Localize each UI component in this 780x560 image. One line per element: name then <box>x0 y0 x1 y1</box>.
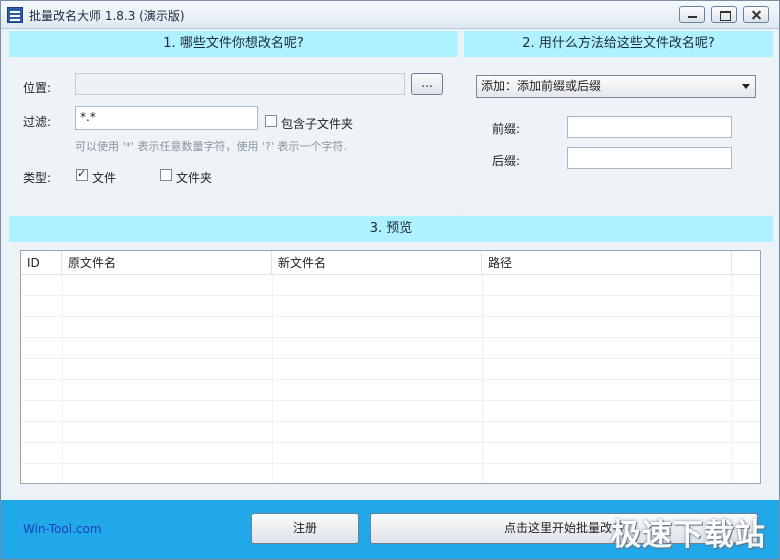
table-row <box>21 443 760 464</box>
prefix-label: 前缀: <box>492 122 521 136</box>
prefix-input[interactable] <box>567 116 732 138</box>
rename-method-header: 2. 用什么方法给这些文件改名呢? <box>464 31 773 57</box>
type-label: 类型: <box>23 171 52 185</box>
file-selection-panel: 1. 哪些文件你想改名呢? 位置: ... 过滤: *.* 包含子文件夹 可以使… <box>9 31 458 211</box>
table-row <box>21 275 760 296</box>
filter-hint: 可以使用 '*' 表示任意数量字符，使用 '?' 表示一个字符. <box>75 140 347 153</box>
preview-table[interactable]: ID 原文件名 新文件名 路径 <box>20 250 761 484</box>
table-row <box>21 422 760 443</box>
location-input[interactable] <box>75 73 405 95</box>
browse-button[interactable]: ... <box>411 73 443 95</box>
register-button[interactable]: 注册 <box>251 513 359 544</box>
app-window: 批量改名大师 1.8.3 (演示版) 1. 哪些文件你想改名呢? 位置: ...… <box>0 0 780 560</box>
app-icon <box>7 7 23 23</box>
close-icon[interactable] <box>743 6 769 23</box>
column-id[interactable]: ID <box>21 251 62 275</box>
preview-table-header: ID 原文件名 新文件名 路径 <box>21 251 760 275</box>
window-title: 批量改名大师 1.8.3 (演示版) <box>29 9 185 23</box>
type-file-checkbox[interactable] <box>76 167 88 181</box>
include-subfolders-label: 包含子文件夹 <box>281 117 354 131</box>
method-select-value: 添加：添加前缀或后缀 <box>481 79 602 93</box>
title-bar[interactable]: 批量改名大师 1.8.3 (演示版) <box>1 1 779 29</box>
filter-input[interactable]: *.* <box>75 106 258 130</box>
footer-bar: Win-Tool.com 注册 点击这里开始批量改名 极速下载站 <box>1 500 779 559</box>
include-subfolders-checkbox[interactable] <box>265 115 277 127</box>
minimize-icon[interactable] <box>679 6 705 23</box>
watermark-logo: 极速下载站 <box>611 518 766 553</box>
method-select[interactable]: 添加：添加前缀或后缀 <box>476 75 756 98</box>
column-path[interactable]: 路径 <box>482 251 732 275</box>
brand-link[interactable]: Win-Tool.com <box>23 522 102 536</box>
table-row <box>21 338 760 359</box>
preview-panel: 3. 预览 ID 原文件名 新文件名 路径 <box>9 216 773 496</box>
table-row <box>21 317 760 338</box>
file-selection-header: 1. 哪些文件你想改名呢? <box>9 31 458 57</box>
type-folder-checkbox[interactable] <box>160 169 172 181</box>
suffix-label: 后缀: <box>492 154 521 168</box>
suffix-input[interactable] <box>567 147 732 169</box>
rename-method-panel: 2. 用什么方法给这些文件改名呢? 添加：添加前缀或后缀 前缀: 后缀: <box>464 31 773 211</box>
table-row <box>21 380 760 401</box>
filter-label: 过滤: <box>23 115 52 129</box>
column-original-name[interactable]: 原文件名 <box>62 251 272 275</box>
location-label: 位置: <box>23 81 52 95</box>
type-file-label: 文件 <box>92 171 117 185</box>
column-new-name[interactable]: 新文件名 <box>272 251 482 275</box>
chevron-down-icon <box>742 84 750 89</box>
table-row <box>21 296 760 317</box>
table-row <box>21 401 760 422</box>
type-folder-label: 文件夹 <box>176 171 213 185</box>
preview-header: 3. 预览 <box>9 216 773 242</box>
table-row <box>21 359 760 380</box>
maximize-icon[interactable] <box>711 6 737 23</box>
